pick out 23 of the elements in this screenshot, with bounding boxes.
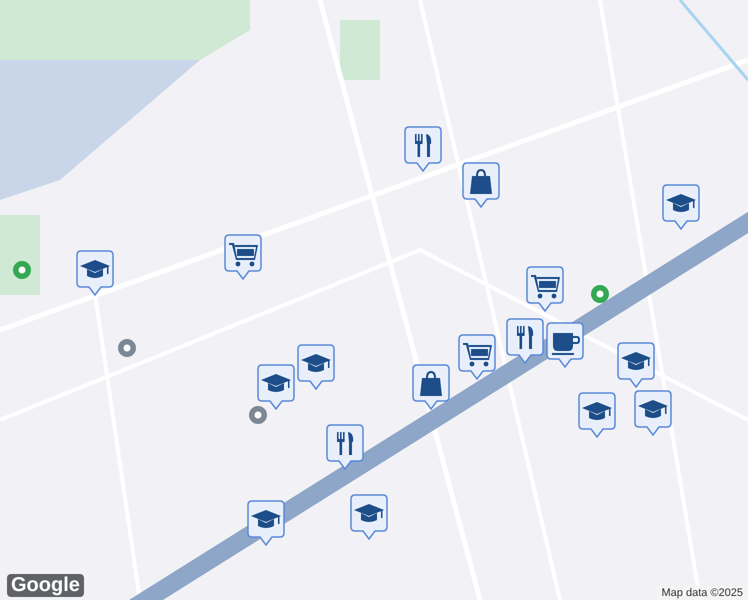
graduation-cap-icon — [251, 510, 281, 528]
graduation-cap-icon — [621, 352, 651, 370]
place-pin-icon[interactable] — [248, 405, 268, 425]
google-logo[interactable]: Google — [7, 574, 84, 597]
graduation-cap-icon — [582, 402, 612, 420]
shopping-cart-icon — [463, 343, 492, 366]
graduation-cap-icon — [638, 400, 668, 418]
graduation-cap-icon — [301, 354, 331, 372]
graduation-cap-icon — [666, 194, 696, 212]
shopping-cart-icon — [229, 243, 258, 266]
fork-knife-icon — [337, 432, 354, 455]
place-pin-icon[interactable] — [590, 284, 610, 304]
fork-knife-icon — [517, 326, 534, 349]
shopping-bag-icon — [470, 169, 492, 194]
graduation-cap-icon — [261, 374, 291, 392]
graduation-cap-icon — [354, 504, 384, 522]
park-pin-icon[interactable] — [12, 260, 32, 280]
place-pin-icon[interactable] — [117, 338, 137, 358]
coffee-cup-icon — [552, 333, 580, 355]
fork-knife-icon — [415, 134, 432, 157]
shopping-bag-icon — [420, 371, 442, 396]
shopping-cart-icon — [531, 275, 560, 298]
graduation-cap-icon — [80, 260, 110, 278]
